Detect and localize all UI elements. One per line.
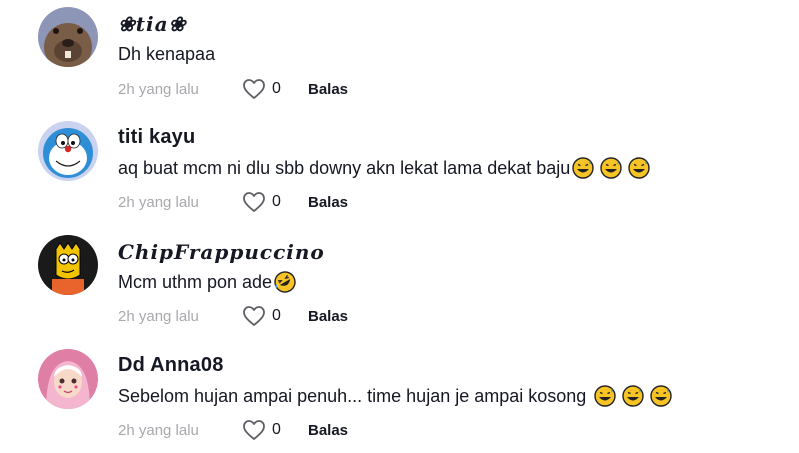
comment-text: Mcm uthm pon ade — [118, 271, 296, 293]
comment-text: Sebelom hujan ampai penuh... time hujan … — [118, 385, 673, 407]
like-count: 0 — [272, 80, 281, 97]
comment-meta: 2h yang lalu 0 Balas — [118, 77, 348, 101]
grinning-sweat-emoji — [628, 157, 650, 179]
heart-icon — [243, 420, 265, 440]
username[interactable]: ChipFrappuccino — [118, 240, 325, 264]
grinning-sweat-emoji — [572, 157, 594, 179]
grinning-sweat-emoji — [650, 385, 673, 407]
comment-text-body: Sebelom hujan ampai penuh... time hujan … — [118, 386, 587, 406]
avatar[interactable] — [38, 349, 98, 409]
hijab-girl-icon — [38, 349, 98, 409]
comment-item: ❀tia❀ Dh kenapaa 2h yang lalu 0 Balas — [0, 0, 799, 112]
comment-text: Dh kenapaa — [118, 44, 215, 65]
timestamp: 2h yang lalu — [118, 193, 199, 211]
cartoon-character-icon — [38, 235, 98, 295]
reply-button[interactable]: Balas — [308, 308, 348, 325]
reply-button[interactable]: Balas — [308, 422, 348, 439]
comment-meta: 2h yang lalu 0 Balas — [118, 418, 348, 442]
timestamp: 2h yang lalu — [118, 421, 199, 439]
rolling-laughing-emoji — [274, 271, 296, 293]
like-count: 0 — [272, 307, 281, 324]
like-button[interactable]: 0 — [242, 191, 308, 213]
avatar[interactable] — [38, 121, 98, 181]
heart-icon — [243, 306, 265, 326]
timestamp: 2h yang lalu — [118, 80, 199, 98]
username[interactable]: titi kayu — [118, 126, 195, 149]
comment-item: Dd Anna08 Sebelom hujan ampai penuh... t… — [0, 341, 799, 453]
comment-item: ChipFrappuccino Mcm uthm pon ade 2h yang… — [0, 227, 799, 339]
reply-button[interactable]: Balas — [308, 81, 348, 98]
comment-text-body: Mcm uthm pon ade — [118, 272, 273, 292]
like-button[interactable]: 0 — [242, 78, 308, 100]
timestamp: 2h yang lalu — [118, 307, 199, 325]
grinning-sweat-emoji — [622, 385, 645, 407]
comment-meta: 2h yang lalu 0 Balas — [118, 304, 348, 328]
like-count: 0 — [272, 193, 281, 210]
avatar[interactable] — [38, 235, 98, 295]
doraemon-icon — [38, 121, 98, 181]
comment-text-body: Dh kenapaa — [118, 44, 216, 64]
like-button[interactable]: 0 — [242, 419, 308, 441]
like-button[interactable]: 0 — [242, 305, 308, 327]
like-count: 0 — [272, 421, 281, 438]
comment-text: aq buat mcm ni dlu sbb downy akn lekat l… — [118, 157, 650, 179]
comment-text-body: aq buat mcm ni dlu sbb downy akn lekat l… — [118, 158, 571, 178]
comment-meta: 2h yang lalu 0 Balas — [118, 190, 348, 214]
beaver-face-icon — [38, 7, 98, 67]
heart-icon — [243, 192, 265, 212]
username[interactable]: ❀tia❀ — [118, 12, 186, 36]
username[interactable]: Dd Anna08 — [118, 354, 224, 377]
avatar[interactable] — [38, 7, 98, 67]
heart-icon — [243, 79, 265, 99]
grinning-sweat-emoji — [594, 385, 617, 407]
grinning-sweat-emoji — [600, 157, 622, 179]
reply-button[interactable]: Balas — [308, 194, 348, 211]
comment-item: titi kayu aq buat mcm ni dlu sbb downy a… — [0, 113, 799, 225]
